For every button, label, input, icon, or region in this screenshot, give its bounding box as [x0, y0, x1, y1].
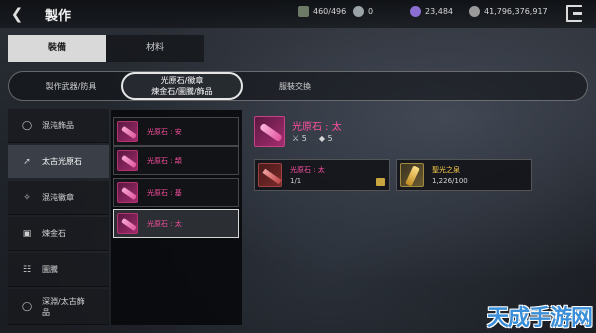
- subtab-weapons-armor[interactable]: 製作武器/防具: [15, 72, 127, 100]
- subtab-gems-emblems-line2: 煉金石/圖騰/飾品: [151, 87, 213, 96]
- category-label-line2: 品: [42, 307, 50, 317]
- material-count: 1/1: [290, 177, 302, 185]
- sub-tabs: 製作武器/防具 光原石/徽章 煉金石/圖騰/飾品 服裝交換: [8, 71, 588, 101]
- category-label: 太古光原石: [42, 157, 82, 166]
- main-tabs: 裝備 材料: [8, 35, 204, 62]
- watermark: 天成手游网: [487, 306, 593, 331]
- ring-icon: ◯: [21, 120, 33, 131]
- category-label-line1: 深淵/太古飾: [42, 296, 85, 306]
- material-gem-icon: [258, 163, 282, 187]
- detail-name: 光原石 : 太: [292, 122, 342, 133]
- detail-stats: ⚔ 5 ◆ 5: [292, 134, 333, 143]
- shield-icon: ◆: [318, 134, 325, 143]
- ring-icon: ◯: [21, 301, 33, 312]
- defense-value: 5: [327, 134, 333, 143]
- category-abyss-ancient-accessory[interactable]: ◯ 深淵/太古飾 品: [8, 289, 109, 325]
- material-name: 聖光之泉: [432, 166, 460, 174]
- attack-value: 5: [301, 134, 307, 143]
- category-label: 混沌徽章: [42, 193, 74, 202]
- category-list: ◯ 混沌飾品 ➚ 太古光原石 ✧ 混沌徽章 ▣ 煉金石 ☷ 圖騰 ◯ 深淵/太古…: [8, 109, 109, 325]
- resource-coin: 41,796,376,917: [469, 6, 548, 17]
- list-item[interactable]: 光原石 : 太: [113, 209, 239, 238]
- category-label: 混沌飾品: [42, 121, 74, 130]
- resource-gem: 23,484: [410, 6, 453, 17]
- category-label: 圖騰: [42, 265, 58, 274]
- holy-spring-icon: [400, 163, 424, 187]
- category-ancient-gem[interactable]: ➚ 太古光原石: [8, 145, 109, 179]
- item-label: 光原石 : 安: [147, 127, 182, 136]
- subtab-gems-emblems[interactable]: 光原石/徽章 煉金石/圖騰/飾品: [121, 72, 243, 100]
- category-alchemy-stone[interactable]: ▣ 煉金石: [8, 217, 109, 251]
- bag-icon: [298, 6, 309, 17]
- category-label: 煉金石: [42, 229, 66, 238]
- resource-bag-value: 460/496: [313, 7, 347, 16]
- list-item[interactable]: 光原石 : 安: [113, 117, 239, 146]
- category-totem[interactable]: ☷ 圖騰: [8, 253, 109, 287]
- gem-icon: [410, 6, 421, 17]
- resource-gem-value: 23,484: [425, 7, 453, 16]
- category-chaos-emblem[interactable]: ✧ 混沌徽章: [8, 181, 109, 215]
- detail-gem-icon: [254, 116, 285, 147]
- resource-coin-value: 41,796,376,917: [484, 7, 548, 16]
- gem-thumbnail-icon: [117, 182, 138, 203]
- resource-gold: 0: [353, 6, 373, 17]
- attack-stat: ⚔ 5: [292, 134, 307, 143]
- category-label: 深淵/太古飾 品: [42, 296, 85, 318]
- material-name: 光原石 : 太: [290, 166, 325, 174]
- totem-icon: ☷: [22, 264, 32, 275]
- gem-thumbnail-icon: [117, 150, 138, 171]
- stone-icon: ▣: [22, 228, 32, 239]
- emblem-icon: ✧: [23, 192, 31, 203]
- page-title: 製作: [45, 9, 72, 24]
- gold-icon: [353, 6, 364, 17]
- defense-stat: ◆ 5: [319, 134, 333, 143]
- resource-bag: 460/496: [298, 6, 346, 17]
- item-label: 光原石 : 基: [147, 188, 182, 197]
- gem-thumbnail-icon: [117, 121, 138, 142]
- tab-materials[interactable]: 材料: [106, 35, 204, 62]
- category-chaos-accessory[interactable]: ◯ 混沌飾品: [8, 109, 109, 143]
- resource-gold-value: 0: [368, 7, 374, 16]
- subtab-costume-exchange-label: 服裝交換: [279, 81, 311, 91]
- top-bar: ❮ 製作 460/496 0 23,484 41,796,376,917: [0, 0, 596, 28]
- item-label: 光原石 : 太: [147, 219, 182, 228]
- material-slot[interactable]: 光原石 : 太 1/1: [254, 159, 390, 191]
- item-list: 光原石 : 安 光原石 : 頡 光原石 : 基 光原石 : 太: [111, 110, 242, 325]
- material-count: 1,226/100: [432, 177, 468, 185]
- subtab-weapons-armor-label: 製作武器/防具: [45, 81, 97, 91]
- gem-thumbnail-icon: [117, 213, 138, 234]
- coin-icon: [469, 6, 480, 17]
- list-item[interactable]: 光原石 : 頡: [113, 146, 239, 175]
- exit-icon[interactable]: [566, 5, 582, 22]
- chevron-left-icon[interactable]: ❮: [8, 5, 26, 23]
- subtab-gems-emblems-line1: 光原石/徽章: [160, 76, 204, 85]
- box-icon: [376, 178, 385, 186]
- list-item[interactable]: 光原石 : 基: [113, 178, 239, 207]
- material-slot[interactable]: 聖光之泉 1,226/100: [396, 159, 532, 191]
- subtab-costume-exchange[interactable]: 服裝交換: [245, 72, 345, 100]
- feather-icon: ➚: [23, 156, 31, 167]
- item-label: 光原石 : 頡: [147, 156, 182, 165]
- swords-icon: ⚔: [292, 134, 300, 143]
- tab-equipment[interactable]: 裝備: [8, 35, 106, 62]
